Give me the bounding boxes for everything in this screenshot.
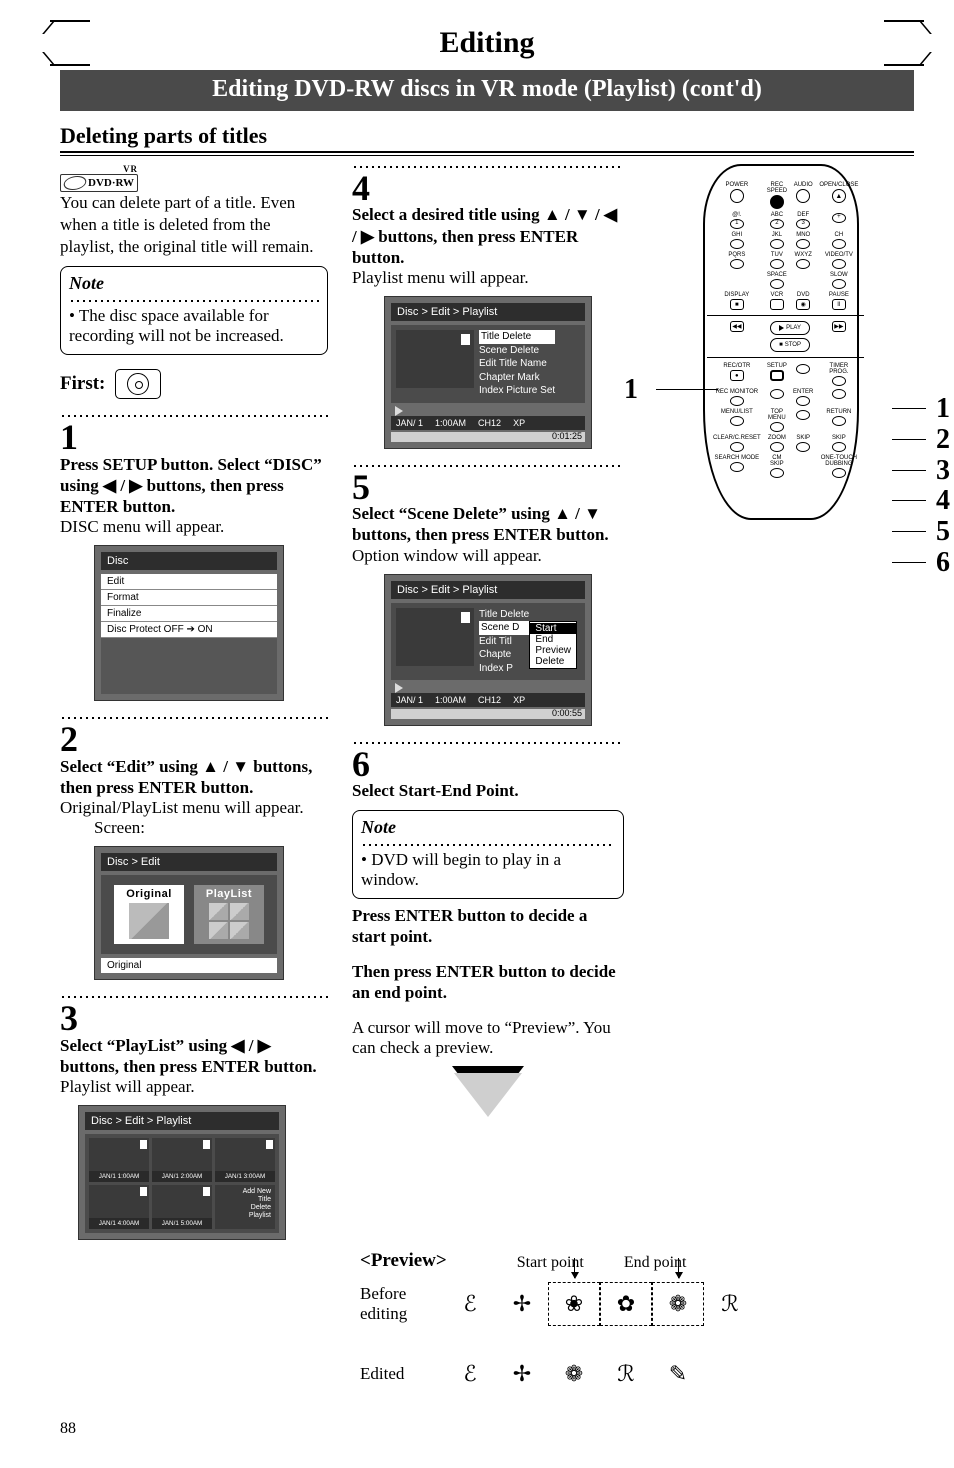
subtitle-banner: Editing DVD-RW discs in VR mode (Playlis… — [60, 70, 914, 111]
remote-callout-left: 1 — [624, 374, 638, 406]
note-text: • The disc space available for recording… — [69, 306, 319, 346]
dvd-rw-logo: VR DVD·RW — [60, 164, 138, 192]
section-heading: Deleting parts of titles — [60, 123, 914, 153]
step-6-p1: Press ENTER button to decide a start poi… — [352, 905, 624, 948]
step-4-instr: Select a desired title using ▲ / ▼ / ◀ /… — [352, 204, 624, 268]
step-3-instr: Select “PlayList” using ◀ / ▶ buttons, t… — [60, 1035, 328, 1078]
edited-label: Edited — [360, 1348, 444, 1400]
frame-icon: ✢ — [496, 1282, 548, 1326]
step-2-instr: Select “Edit” using ▲ / ▼ buttons, then … — [60, 756, 328, 799]
scene-submenu: Start End Preview Delete — [529, 621, 577, 669]
step-6-p3: A cursor will move to “Preview”. You can… — [352, 1018, 624, 1058]
osd-edit-menu: Disc > Edit Original PlayList Original — [94, 846, 284, 980]
frame-icon: ✢ — [496, 1352, 548, 1396]
frame-icon: ❁ — [548, 1352, 600, 1396]
frame-icon: ✎ — [652, 1352, 704, 1396]
step-number: 3 — [60, 1002, 328, 1034]
step-number: 5 — [352, 471, 624, 503]
play-icon — [395, 406, 403, 416]
step-separator — [60, 715, 328, 721]
before-label: Before editing — [360, 1278, 444, 1330]
step-6-p2: Then press ENTER button to decide an end… — [352, 961, 624, 1004]
step-2-result: Original/PlayList menu will appear. — [60, 798, 328, 818]
brace-right — [884, 20, 924, 66]
callout-line — [656, 389, 718, 390]
step-1-result: DISC menu will appear. — [60, 517, 328, 537]
progress-bar — [391, 432, 585, 442]
frame-icon: ℛ — [600, 1352, 652, 1396]
step-5-result: Option window will appear. — [352, 546, 624, 566]
osd-playlist-menu: Disc > Edit > Playlist Title Delete Scen… — [384, 296, 592, 449]
step-number: 4 — [352, 172, 624, 204]
progress-bar — [391, 709, 585, 719]
page-number: 88 — [60, 1420, 914, 1438]
note-label: Note — [69, 273, 319, 294]
screen-label: Screen: — [94, 818, 328, 838]
osd-playlist-grid: Disc > Edit > Playlist JAN/1 1:00AM JAN/… — [78, 1105, 286, 1240]
remote-diagram: POWER REC SPEED AUDIO OPEN/CLOSE▲ @!.1 A… — [703, 164, 859, 520]
frame-icon: ℰ — [444, 1352, 496, 1396]
step-4-result: Playlist menu will appear. — [352, 268, 624, 288]
step-separator — [352, 740, 624, 746]
remote-callouts-right: 1 2 3 4 5 6 — [936, 394, 950, 579]
page-header: Editing — [60, 20, 914, 66]
page-title: Editing — [60, 20, 914, 66]
note-box-1: Note • The disc space available for reco… — [60, 266, 328, 355]
step-number: 1 — [60, 421, 328, 453]
step-separator — [60, 994, 328, 1000]
divider — [60, 155, 914, 156]
intro-text: You can delete part of a title. Even whe… — [60, 192, 328, 258]
arrow-down-icon — [454, 1073, 522, 1117]
step-6-instr: Select Start-End Point. — [352, 780, 624, 801]
step-3-result: Playlist will appear. — [60, 1077, 328, 1097]
first-label: First: — [60, 373, 105, 395]
frame-icon: ✿ — [600, 1282, 652, 1326]
step-separator — [352, 164, 624, 170]
note-box-2: Note • DVD will begin to play in a windo… — [352, 810, 624, 899]
frame-icon: ℰ — [444, 1282, 496, 1326]
frame-icon: ❁ — [652, 1282, 704, 1326]
step-separator — [60, 413, 328, 419]
frame-icon: ❀ — [548, 1282, 600, 1326]
preview-diagram: <Preview> Start point End point Before e… — [360, 1250, 914, 1400]
frame-icon: ℛ — [704, 1282, 756, 1326]
preview-title: <Preview> — [360, 1250, 447, 1272]
step-5-instr: Select “Scene Delete” using ▲ / ▼ button… — [352, 503, 624, 546]
osd-scene-menu: Disc > Edit > Playlist Title Delete Scen… — [384, 574, 592, 727]
play-icon — [395, 683, 403, 693]
dvd-disc-icon — [115, 369, 161, 399]
step-number: 6 — [352, 748, 624, 780]
brace-left — [50, 20, 90, 66]
step-1-instr: Press SETUP button. Select “DISC” using … — [60, 454, 328, 518]
step-number: 2 — [60, 723, 328, 755]
dot-divider — [69, 296, 319, 302]
step-separator — [352, 463, 624, 469]
osd-disc-menu: Disc Edit Format Finalize Disc Protect O… — [94, 545, 284, 701]
